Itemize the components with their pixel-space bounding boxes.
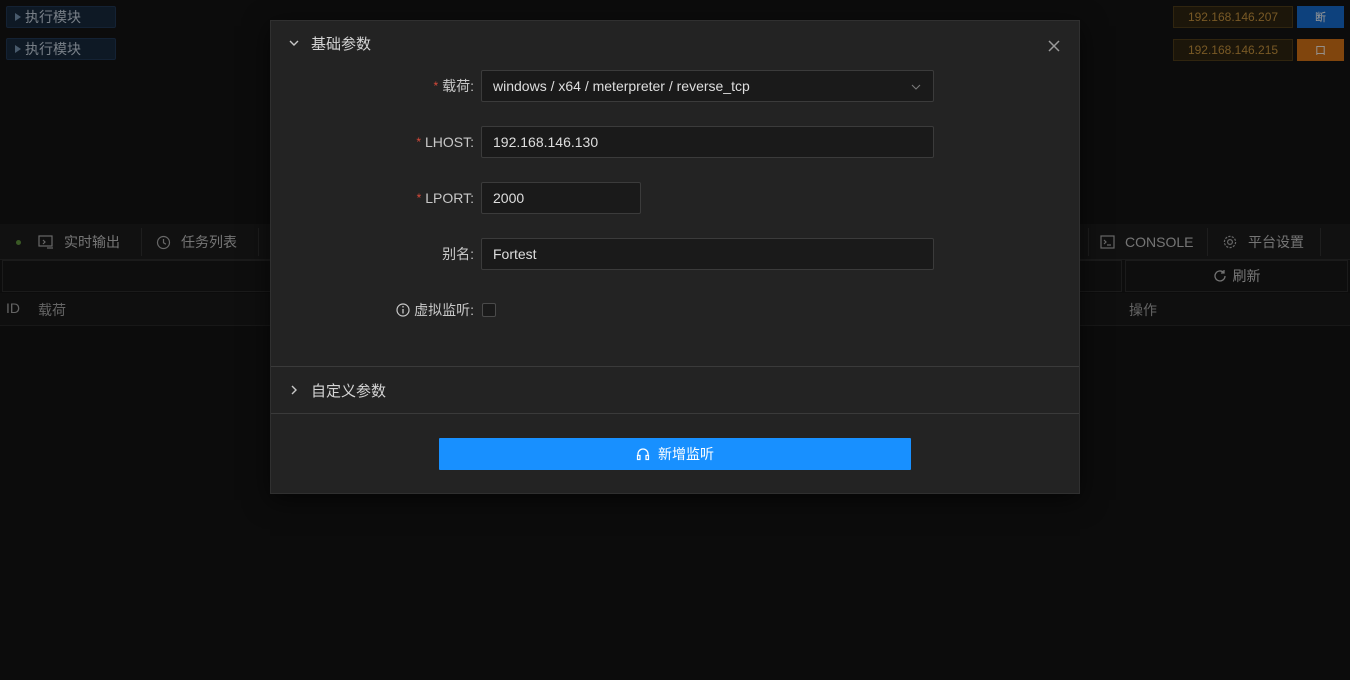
close-icon[interactable] bbox=[1047, 39, 1061, 53]
chevron-down-icon bbox=[911, 84, 921, 90]
lhost-label-text: LHOST: bbox=[424, 134, 474, 150]
alias-row: 别名: Fortest bbox=[271, 238, 1079, 270]
chevron-right-icon bbox=[291, 385, 297, 395]
lhost-input[interactable]: 192.168.146.130 bbox=[481, 126, 934, 158]
required-mark: * bbox=[416, 135, 421, 149]
section-divider bbox=[271, 413, 1079, 414]
chevron-down-icon bbox=[289, 40, 299, 46]
payload-row: * 载荷: windows / x64 / meterpreter / reve… bbox=[271, 70, 1079, 102]
payload-label-text: 载荷: bbox=[442, 78, 474, 94]
alias-label: 别名: bbox=[442, 238, 474, 270]
submit-label: 新增监听 bbox=[658, 446, 714, 462]
alias-input-value: Fortest bbox=[493, 246, 537, 262]
lport-row: * LPORT: 2000 bbox=[271, 182, 1079, 214]
payload-select[interactable]: windows / x64 / meterpreter / reverse_tc… bbox=[481, 70, 934, 102]
virtual-listen-checkbox[interactable] bbox=[482, 303, 496, 317]
lhost-label: * LHOST: bbox=[416, 126, 474, 158]
info-icon[interactable] bbox=[396, 303, 410, 317]
lport-input[interactable]: 2000 bbox=[481, 182, 641, 214]
lhost-input-value: 192.168.146.130 bbox=[493, 134, 599, 150]
custom-params-header[interactable]: 自定义参数 bbox=[271, 368, 1079, 412]
section-divider bbox=[271, 366, 1079, 367]
lport-label-text: LPORT: bbox=[425, 190, 474, 206]
lport-input-value: 2000 bbox=[493, 190, 525, 206]
virtual-listen-label-text: 虚拟监听: bbox=[414, 302, 474, 318]
required-mark: * bbox=[433, 79, 439, 93]
basic-params-header[interactable]: 基础参数 bbox=[271, 21, 1079, 65]
custom-params-title: 自定义参数 bbox=[311, 382, 387, 400]
lport-label: * LPORT: bbox=[417, 182, 474, 214]
add-listener-dialog: 基础参数 * 载荷: windows / x64 / meterpreter /… bbox=[270, 20, 1080, 494]
virtual-listen-label: 虚拟监听: bbox=[396, 294, 474, 326]
payload-select-value: windows / x64 / meterpreter / reverse_tc… bbox=[493, 78, 750, 94]
alias-input[interactable]: Fortest bbox=[481, 238, 934, 270]
basic-params-title: 基础参数 bbox=[311, 35, 372, 53]
required-mark: * bbox=[416, 191, 422, 205]
add-listener-submit-button[interactable]: 新增监听 bbox=[439, 438, 911, 470]
alias-label-text: 别名: bbox=[442, 246, 474, 262]
headphones-icon bbox=[636, 447, 650, 461]
lhost-row: * LHOST: 192.168.146.130 bbox=[271, 126, 1079, 158]
virtual-listen-row: 虚拟监听: bbox=[271, 294, 1079, 326]
payload-label: * 载荷: bbox=[433, 70, 474, 102]
